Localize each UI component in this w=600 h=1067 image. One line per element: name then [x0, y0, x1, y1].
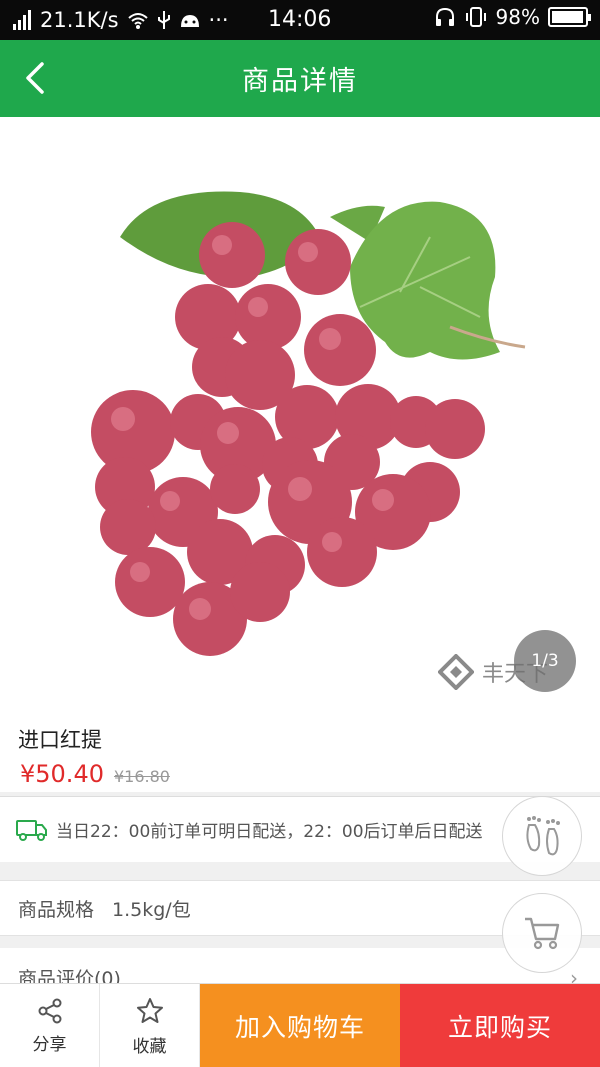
cart-icon [525, 917, 560, 950]
product-detail-page: 21.1K/s ··· 14:06 98% 商品详情 丰天下 1/3 进口红提 … [0, 0, 600, 1067]
spec-label: 商品规格 [18, 898, 95, 921]
spec-value: 1.5kg/包 [112, 898, 191, 921]
image-pager-indicator: 1/3 [514, 630, 576, 692]
battery-percent: 98% [495, 5, 540, 29]
page-title: 商品详情 [242, 66, 358, 97]
wifi-icon [127, 13, 148, 29]
share-icon [38, 998, 61, 1023]
divider [0, 862, 600, 880]
add-to-cart-button[interactable]: 加入购物车 [200, 984, 400, 1067]
vibrate-icon [465, 7, 486, 27]
android-icon [180, 15, 199, 27]
favorite-label: 收藏 [132, 1036, 167, 1057]
product-image-carousel[interactable]: 丰天下 [0, 117, 600, 707]
usb-icon [157, 11, 170, 29]
clock: 14:06 [268, 7, 332, 32]
headset-icon [435, 7, 454, 26]
truck-icon [16, 819, 47, 841]
price-row: ¥50.40 ¥16.80 [20, 760, 170, 788]
product-name: 进口红提 [18, 728, 102, 752]
battery-icon [548, 7, 591, 27]
history-button[interactable] [502, 796, 582, 876]
star-icon [136, 997, 163, 1023]
favorite-button[interactable]: 收藏 [100, 984, 200, 1067]
current-price: ¥50.40 [20, 760, 104, 788]
buy-now-button[interactable]: 立即购买 [400, 984, 600, 1067]
signal-icon [13, 10, 31, 30]
status-bar: 21.1K/s ··· 14:06 98% [0, 0, 600, 40]
bottom-action-bar: 分享 收藏 加入购物车 立即购买 [0, 983, 600, 1067]
grapes-image [91, 191, 526, 656]
more-icon: ··· [208, 8, 229, 32]
footprints-icon [526, 816, 560, 856]
net-speed: 21.1K/s [40, 8, 119, 32]
share-label: 分享 [32, 1034, 67, 1055]
cart-button[interactable] [502, 893, 582, 973]
brand-logo-icon [438, 654, 474, 690]
share-button[interactable]: 分享 [0, 984, 100, 1067]
chevron-left-icon[interactable] [18, 60, 54, 96]
delivery-text: 当日22：00前订单可明日配送，22：00后订单后日配送 [56, 822, 483, 842]
header: 商品详情 [0, 40, 600, 117]
original-price: ¥16.80 [113, 767, 170, 786]
